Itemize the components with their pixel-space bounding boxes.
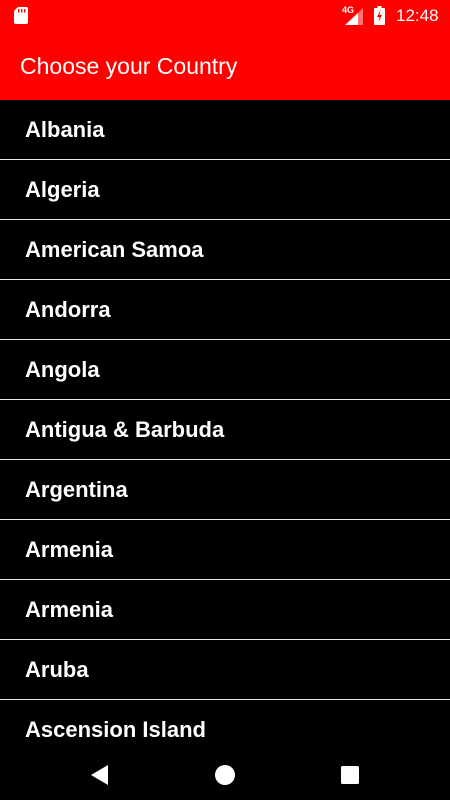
country-label: Armenia <box>25 597 114 622</box>
recents-icon[interactable] <box>333 758 367 792</box>
country-item-andorra[interactable]: Andorra <box>0 280 450 340</box>
country-label: Antigua & Barbuda <box>25 417 225 442</box>
country-item-argentina[interactable]: Argentina <box>0 460 450 520</box>
app-bar: Choose your Country <box>0 32 450 100</box>
country-item-angola[interactable]: Angola <box>0 340 450 400</box>
battery-charging-icon <box>374 6 385 25</box>
country-label: Andorra <box>25 297 111 322</box>
country-item-algeria[interactable]: Algeria <box>0 160 450 220</box>
country-label: American Samoa <box>25 237 204 262</box>
country-label: Albania <box>25 117 105 142</box>
home-icon[interactable] <box>208 758 242 792</box>
country-list[interactable]: Albania Algeria American Samoa Andorra A… <box>0 100 450 750</box>
country-label: Algeria <box>25 177 100 202</box>
sd-card-icon <box>14 7 28 24</box>
country-item-ascension-island[interactable]: Ascension Island <box>0 700 450 750</box>
country-label: Ascension Island <box>25 717 206 742</box>
navigation-bar <box>0 750 450 800</box>
country-item-antigua-barbuda[interactable]: Antigua & Barbuda <box>0 400 450 460</box>
back-icon[interactable] <box>83 758 117 792</box>
country-item-american-samoa[interactable]: American Samoa <box>0 220 450 280</box>
country-label: Aruba <box>25 657 89 682</box>
signal-icon <box>345 8 363 25</box>
country-item-aruba[interactable]: Aruba <box>0 640 450 700</box>
country-item-armenia-2[interactable]: Armenia <box>0 580 450 640</box>
screen: 4G 12:48 Choose your Country Albania Alg… <box>0 0 450 800</box>
status-bar: 4G 12:48 <box>0 0 450 32</box>
country-label: Angola <box>25 357 100 382</box>
country-item-armenia[interactable]: Armenia <box>0 520 450 580</box>
page-title: Choose your Country <box>20 53 238 79</box>
country-label: Armenia <box>25 537 114 562</box>
status-time: 12:48 <box>396 6 439 25</box>
country-label: Argentina <box>25 477 128 502</box>
country-item-albania[interactable]: Albania <box>0 100 450 160</box>
